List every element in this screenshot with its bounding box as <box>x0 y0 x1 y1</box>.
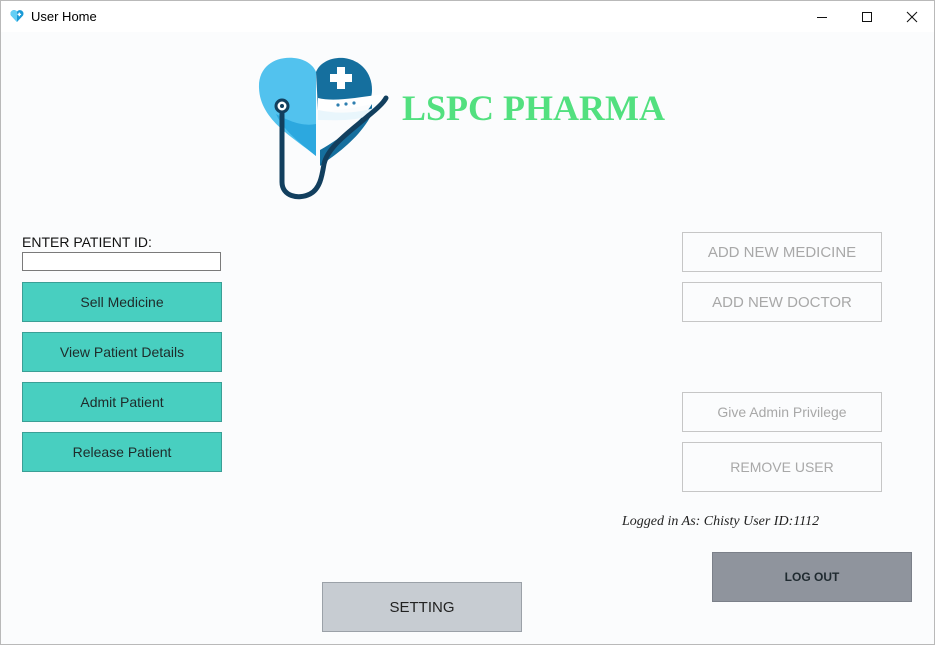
view-patient-details-button[interactable]: View Patient Details <box>22 332 222 372</box>
remove-user-button[interactable]: REMOVE USER <box>682 442 882 492</box>
maximize-button[interactable] <box>844 1 890 32</box>
admit-patient-button[interactable]: Admit Patient <box>22 382 222 422</box>
app-window: User Home LSPC PHARMA ENTER PATIENT ID: … <box>0 0 935 645</box>
title-bar[interactable]: User Home <box>1 1 934 32</box>
maximize-icon <box>862 11 872 22</box>
sell-medicine-button[interactable]: Sell Medicine <box>22 282 222 322</box>
window-title: User Home <box>31 9 97 24</box>
give-admin-privilege-button[interactable]: Give Admin Privilege <box>682 392 882 432</box>
logout-button[interactable]: LOG OUT <box>712 552 912 602</box>
close-icon <box>906 11 918 22</box>
heart-stethoscope-logo <box>258 57 389 200</box>
patient-id-label: ENTER PATIENT ID: <box>22 234 152 250</box>
add-new-doctor-button[interactable]: ADD NEW DOCTOR <box>682 282 882 322</box>
patient-id-input[interactable] <box>22 252 221 271</box>
release-patient-button[interactable]: Release Patient <box>22 432 222 472</box>
add-new-medicine-button[interactable]: ADD NEW MEDICINE <box>682 232 882 272</box>
setting-button[interactable]: SETTING <box>322 582 522 632</box>
brand-name: LSPC PHARMA <box>402 88 665 128</box>
heart-stethoscope-icon <box>10 10 24 22</box>
minimize-icon <box>817 16 827 18</box>
close-button[interactable] <box>889 1 935 32</box>
minimize-button[interactable] <box>799 1 845 32</box>
logged-in-status: Logged in As: Chisty User ID:1112 <box>622 514 820 529</box>
